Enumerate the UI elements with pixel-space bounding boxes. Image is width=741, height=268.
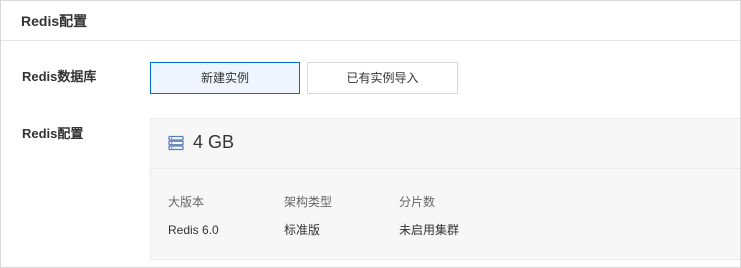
- architecture-type-value: 标准版: [284, 223, 321, 237]
- new-instance-button[interactable]: 新建实例: [150, 62, 300, 94]
- section-title: Redis配置: [21, 13, 88, 29]
- capacity-row: 4 GB: [151, 119, 740, 169]
- shard-count-value: 未启用集群: [399, 223, 460, 237]
- import-existing-instance-button[interactable]: 已有实例导入: [307, 62, 458, 94]
- config-panel: 4 GB 大版本 架构类型 分片数 Redis 6.0 标准版 未启用集群: [150, 118, 740, 260]
- database-icon: [168, 135, 184, 151]
- redis-database-label: Redis数据库: [22, 69, 97, 84]
- major-version-label: 大版本: [168, 195, 205, 209]
- redis-config-section: Redis配置 Redis数据库 新建实例 已有实例导入 Redis配置 4 G…: [0, 0, 741, 268]
- major-version-value: Redis 6.0: [168, 223, 219, 237]
- shard-count-label: 分片数: [399, 195, 436, 209]
- capacity-value: 4 GB: [193, 132, 235, 152]
- section-header: Redis配置: [1, 1, 740, 41]
- architecture-type-label: 架构类型: [284, 195, 333, 209]
- redis-config-label: Redis配置: [22, 126, 84, 141]
